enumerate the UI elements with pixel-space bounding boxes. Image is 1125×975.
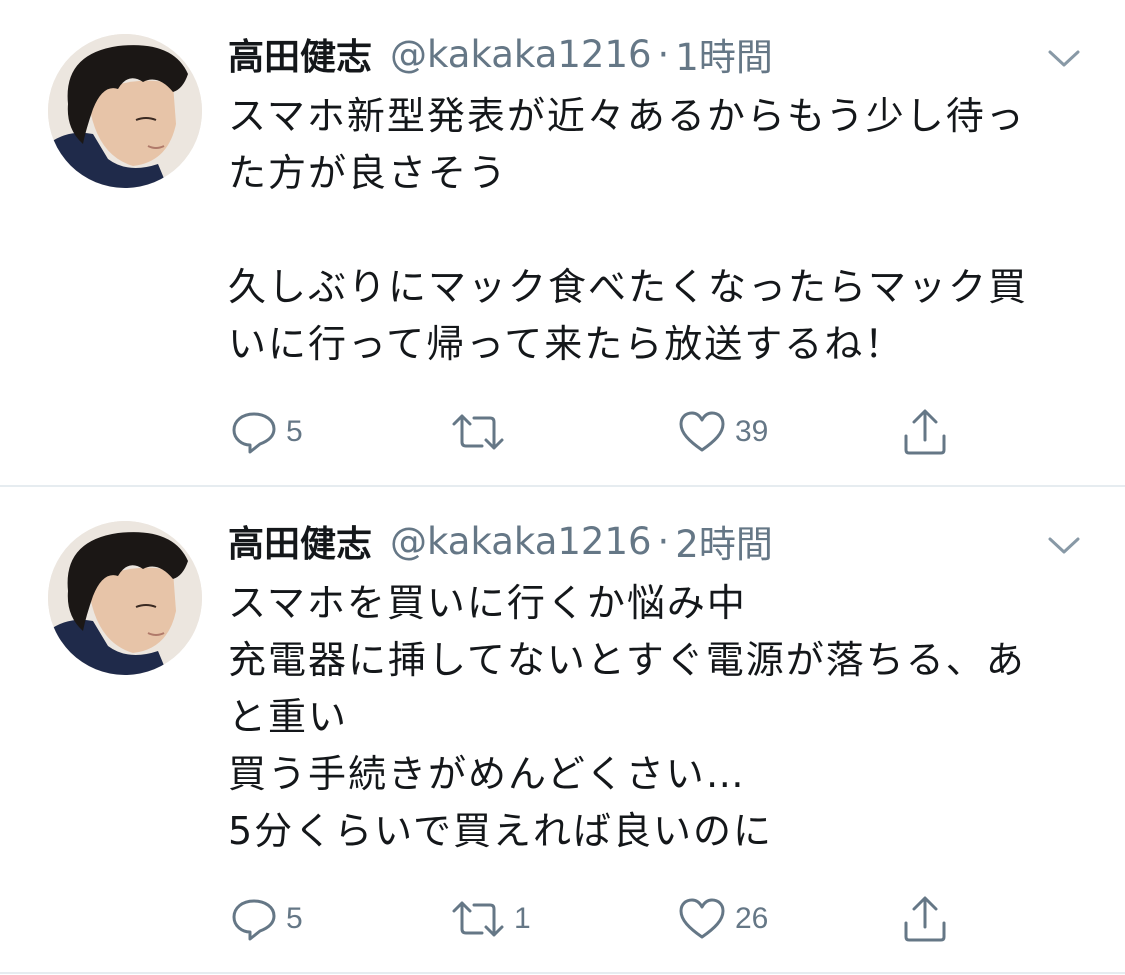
share-icon: [904, 896, 946, 942]
separator: ·: [657, 519, 670, 563]
retweet-icon: [452, 901, 504, 937]
avatar[interactable]: [48, 521, 202, 675]
like-button[interactable]: 26: [677, 891, 768, 947]
tweet-text-line: た方が良さそう: [228, 151, 509, 195]
heart-icon: [679, 411, 725, 452]
share-icon: [904, 409, 946, 455]
handle[interactable]: @kakaka1216: [390, 520, 652, 563]
heart-icon: [679, 898, 725, 939]
tweet-text-line: スマホを買いに行くか悩み中: [228, 581, 747, 625]
tweet-text: スマホ新型発表が近々あるからもう少し待っ た方が良さそう 久しぶりにマック食べた…: [228, 88, 1088, 373]
tweet[interactable]: 高田健志 @kakaka1216 · 1時間 スマホ新型発表が近々あるからもう少…: [0, 0, 1125, 485]
like-button[interactable]: 39: [677, 404, 768, 460]
avatar[interactable]: [48, 34, 202, 188]
reply-icon: [232, 412, 276, 454]
reply-button[interactable]: 5: [230, 404, 303, 460]
tweet-header: 高田健志 @kakaka1216 · 1時間: [228, 26, 773, 82]
share-button[interactable]: [900, 404, 950, 460]
tweet-actions: 5 1 26: [0, 891, 1125, 947]
chevron-down-icon[interactable]: [1044, 44, 1084, 72]
reply-icon: [232, 899, 276, 941]
chevron-down-icon[interactable]: [1044, 531, 1084, 559]
retweet-count: 1: [514, 902, 531, 935]
tweet-header: 高田健志 @kakaka1216 · 2時間: [228, 513, 773, 569]
reply-count: 5: [286, 902, 303, 935]
timestamp[interactable]: 2時間: [675, 514, 773, 568]
tweet-text-line: 充電器に挿してないとすぐ電源が落ちる、あ: [228, 638, 1026, 682]
avatar-image: [48, 521, 202, 675]
tweet-text-line: 久しぶりにマック食べたくなったらマック買: [228, 265, 1029, 309]
tweet-text-line: スマホ新型発表が近々あるからもう少し待っ: [228, 94, 1026, 138]
like-count: 39: [735, 415, 769, 448]
retweet-icon: [452, 414, 504, 450]
avatar-image: [48, 34, 202, 188]
like-count: 26: [735, 902, 769, 935]
retweet-button[interactable]: [450, 404, 514, 460]
reply-count: 5: [286, 415, 303, 448]
share-button[interactable]: [900, 891, 950, 947]
tweet-text-line: 5分くらいで買えれば良いのに: [228, 809, 774, 853]
tweet-text: スマホを買いに行くか悩み中 充電器に挿してないとすぐ電源が落ちる、あ と重い 買…: [228, 575, 1088, 860]
timestamp[interactable]: 1時間: [675, 27, 773, 81]
tweet-actions: 5 39: [0, 404, 1125, 460]
reply-button[interactable]: 5: [230, 891, 303, 947]
display-name[interactable]: 高田健志: [228, 515, 372, 567]
retweet-button[interactable]: 1: [450, 891, 531, 947]
handle[interactable]: @kakaka1216: [390, 33, 652, 76]
tweet-text-line: いに行って帰って来たら放送するね！: [228, 322, 905, 366]
separator: ·: [657, 32, 670, 76]
tweet-text-line: と重い: [228, 695, 349, 739]
display-name[interactable]: 高田健志: [228, 28, 372, 80]
divider: [0, 972, 1125, 974]
tweet[interactable]: 高田健志 @kakaka1216 · 2時間 スマホを買いに行くか悩み中 充電器…: [0, 487, 1125, 973]
tweet-text-line: 買う手続きがめんどくさい…: [228, 752, 746, 796]
